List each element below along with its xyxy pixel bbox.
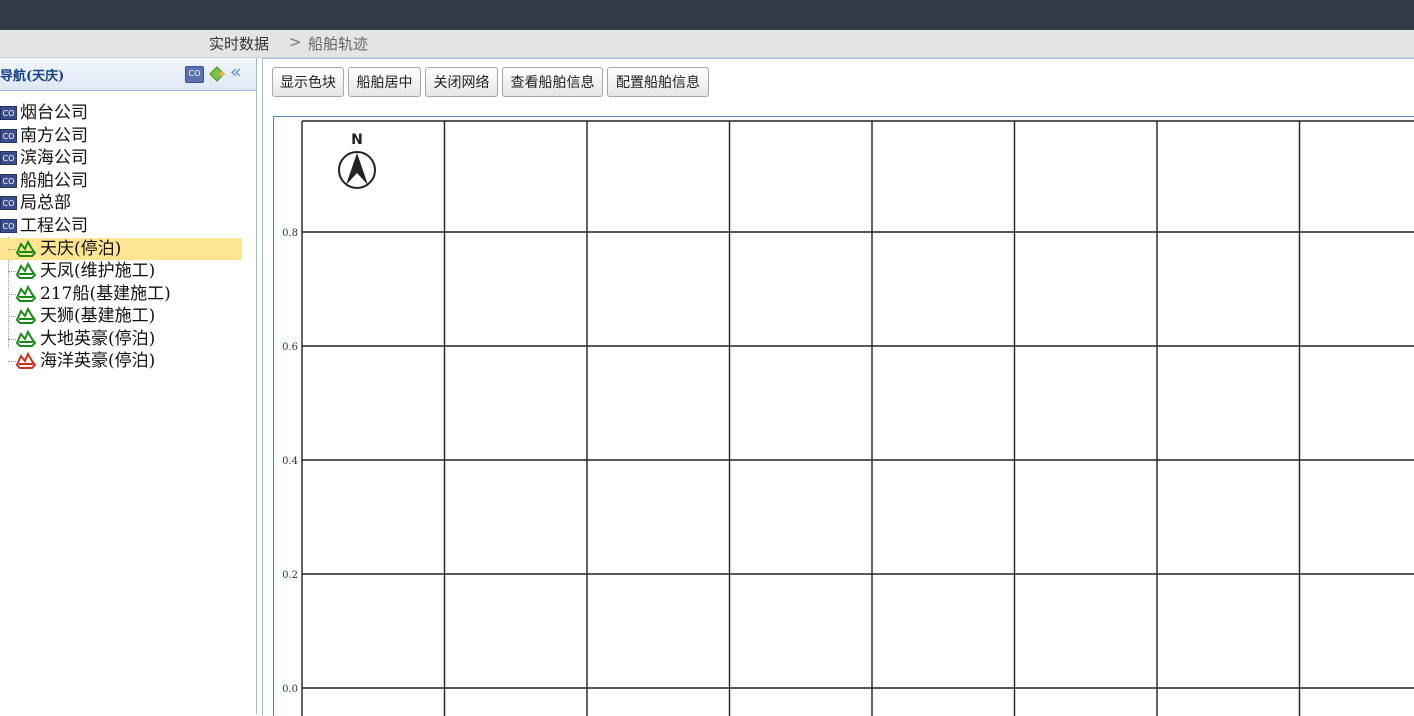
ship-icon — [15, 239, 37, 258]
ship-icon — [15, 329, 37, 348]
y-tick-label: 0.8 — [282, 228, 298, 239]
tree-node-label: 局总部 — [20, 193, 71, 213]
config-ship-info-button[interactable]: 配置船舶信息 — [607, 67, 709, 97]
y-tick-label: 0.2 — [282, 570, 298, 581]
co-icon[interactable]: CO — [185, 66, 204, 83]
center-ship-button[interactable]: 船舶居中 — [348, 67, 421, 97]
navigation-sidebar: 导航(天庆) CO « CO 烟台公司 CO 南方公司 CO 滨海公司 CO 船… — [0, 58, 257, 714]
tree-node-label: 天凤(维护施工) — [40, 261, 156, 281]
co-icon: CO — [0, 106, 17, 120]
breadcrumb: 实时数据 > 船舶轨迹 — [0, 30, 1414, 58]
tree-node-label: 工程公司 — [20, 216, 88, 236]
tree-node-label: 南方公司 — [20, 126, 88, 146]
ship-icon — [15, 351, 37, 370]
north-label: N — [351, 132, 363, 148]
tree-connector — [8, 361, 16, 362]
tree-node-label: 大地英豪(停泊) — [40, 329, 156, 349]
ship-icon — [15, 284, 37, 303]
tree-connector — [8, 316, 16, 317]
tree-node-label: 烟台公司 — [20, 103, 88, 123]
sidebar-header: 导航(天庆) CO « — [0, 58, 256, 91]
tree-connector — [8, 249, 16, 250]
co-icon: CO — [0, 151, 17, 165]
map-canvas[interactable]: 0.8 0.6 0.4 0.2 0.0 N — [273, 116, 1414, 716]
tree-node-label: 海洋英豪(停泊) — [40, 351, 156, 371]
ship-icon — [15, 306, 37, 325]
tree-connector — [8, 339, 16, 340]
tree-node-label: 天庆(停泊) — [40, 239, 122, 259]
y-tick-label: 0.0 — [282, 684, 298, 695]
y-tick-label: 0.4 — [282, 456, 298, 467]
track-panel: 显示色块 船舶居中 关闭网络 查看船舶信息 配置船舶信息 0.8 0.6 0.4 0.… — [262, 58, 1414, 716]
co-icon: CO — [0, 219, 17, 233]
co-icon: CO — [0, 196, 17, 210]
y-axis-ticks: 0.8 0.6 0.4 0.2 0.0 — [282, 228, 298, 695]
view-ship-info-button[interactable]: 查看船舶信息 — [502, 67, 603, 97]
sidebar-title: 导航(天庆) — [0, 69, 65, 84]
tree-connector — [8, 294, 16, 295]
top-bar — [0, 0, 1414, 30]
breadcrumb-current: 船舶轨迹 — [308, 35, 369, 53]
y-tick-label: 0.6 — [282, 342, 298, 353]
north-arrow-icon: N — [338, 132, 376, 189]
diamond-arrow-icon[interactable] — [209, 66, 226, 82]
tree-node-label: 船舶公司 — [20, 171, 88, 191]
tree-connector — [8, 271, 16, 272]
show-color-blocks-button[interactable]: 显示色块 — [272, 67, 344, 97]
co-icon: CO — [0, 129, 17, 143]
tree-node-label: 天狮(基建施工) — [40, 306, 156, 326]
double-chevron-left-icon[interactable]: « — [230, 63, 248, 83]
breadcrumb-separator: > — [289, 33, 302, 51]
co-icon: CO — [0, 174, 17, 188]
map-grid: 0.8 0.6 0.4 0.2 0.0 N — [282, 120, 1414, 716]
tree-node-ship[interactable]: 天庆(停泊) — [0, 238, 242, 260]
grid-lines — [301, 120, 1414, 716]
ship-icon — [15, 261, 37, 280]
close-grid-button[interactable]: 关闭网络 — [425, 67, 498, 97]
tree-node-label: 滨海公司 — [20, 148, 88, 168]
breadcrumb-parent[interactable]: 实时数据 — [209, 33, 269, 54]
tree-node-label: 217船(基建施工) — [40, 284, 171, 304]
